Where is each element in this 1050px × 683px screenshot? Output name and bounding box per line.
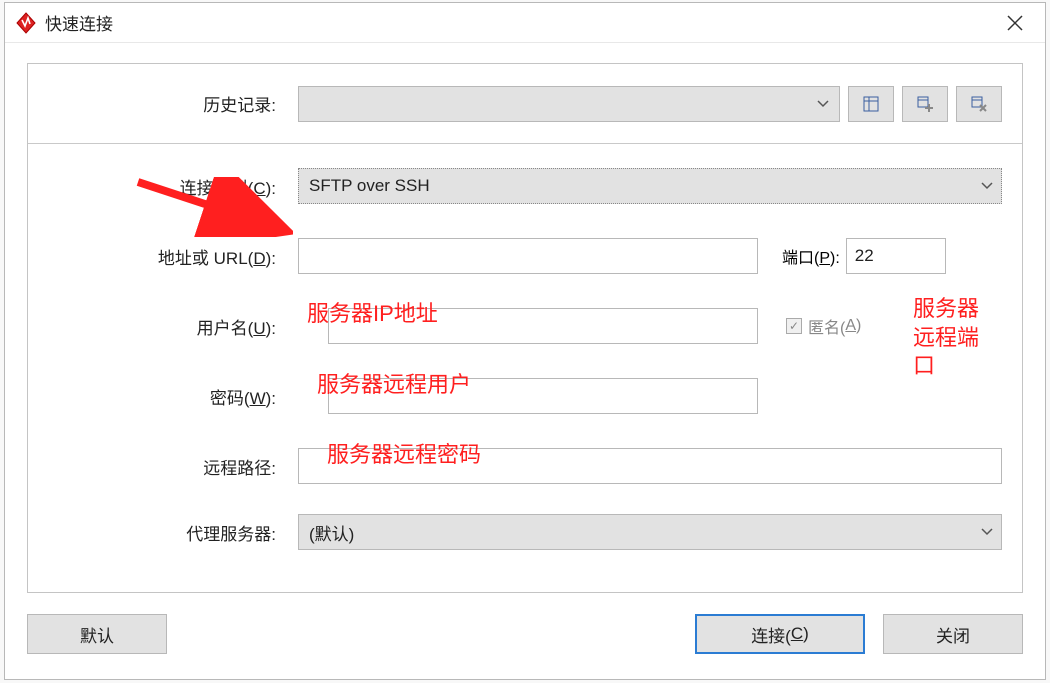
conn-type-label: 连接类型(C): bbox=[28, 174, 298, 199]
window-title: 快速连接 bbox=[45, 10, 113, 35]
remote-path-row: 远程路径: bbox=[28, 444, 1002, 488]
conn-type-select[interactable]: SFTP over SSH bbox=[298, 168, 1002, 204]
history-edit-button[interactable] bbox=[848, 86, 894, 122]
conn-type-row: 连接类型(C): SFTP over SSH bbox=[28, 164, 1002, 208]
proxy-label: 代理服务器: bbox=[28, 520, 298, 545]
remote-path-input[interactable] bbox=[298, 448, 1002, 484]
dialog-content: 历史记录: bbox=[5, 43, 1045, 679]
username-input[interactable] bbox=[328, 308, 758, 344]
quick-connect-dialog: 快速连接 历史记录: bbox=[4, 2, 1046, 680]
app-icon bbox=[15, 12, 37, 34]
checkbox-icon: ✓ bbox=[786, 318, 802, 334]
address-label: 地址或 URL(D): bbox=[28, 244, 298, 269]
password-input[interactable] bbox=[328, 378, 758, 414]
username-label: 用户名(U): bbox=[28, 314, 298, 339]
password-label: 密码(W): bbox=[28, 384, 298, 409]
conn-type-value: SFTP over SSH bbox=[309, 176, 430, 196]
address-input[interactable] bbox=[298, 238, 758, 274]
address-row: 地址或 URL(D): 端口(P): 22 bbox=[28, 234, 1002, 278]
dialog-buttons: 默认 连接(C) 关闭 bbox=[27, 611, 1023, 657]
username-row: 用户名(U): ✓ 匿名(A) bbox=[28, 304, 1002, 348]
port-label: 端口(P): bbox=[782, 244, 840, 268]
port-input[interactable]: 22 bbox=[846, 238, 946, 274]
close-icon[interactable] bbox=[995, 3, 1035, 43]
chevron-down-icon bbox=[973, 515, 1001, 549]
chevron-down-icon bbox=[973, 169, 1001, 203]
proxy-row: 代理服务器: (默认) bbox=[28, 510, 1002, 554]
proxy-select[interactable]: (默认) bbox=[298, 514, 1002, 550]
history-add-button[interactable] bbox=[902, 86, 948, 122]
form-area: 连接类型(C): SFTP over SSH 地址或 URL(D): 端口(P)… bbox=[28, 144, 1022, 574]
password-row: 密码(W): bbox=[28, 374, 1002, 418]
titlebar: 快速连接 bbox=[5, 3, 1045, 43]
default-button[interactable]: 默认 bbox=[27, 614, 167, 654]
chevron-down-icon bbox=[817, 96, 829, 111]
history-delete-button[interactable] bbox=[956, 86, 1002, 122]
remote-path-label: 远程路径: bbox=[28, 454, 298, 479]
close-button[interactable]: 关闭 bbox=[883, 614, 1023, 654]
history-label: 历史记录: bbox=[28, 91, 298, 116]
connect-button[interactable]: 连接(C) bbox=[695, 614, 865, 654]
history-select[interactable] bbox=[298, 86, 840, 122]
form-panel: 历史记录: bbox=[27, 63, 1023, 593]
anonymous-checkbox[interactable]: ✓ 匿名(A) bbox=[786, 314, 861, 338]
proxy-value: (默认) bbox=[309, 520, 354, 545]
history-row: 历史记录: bbox=[28, 64, 1022, 144]
